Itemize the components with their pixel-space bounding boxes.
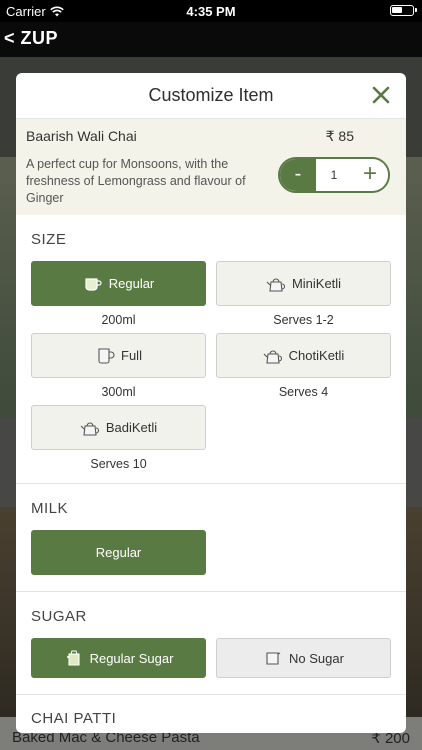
size-option-label: Full [121,348,142,363]
item-summary: Baarish Wali Chai ₹ 85 A perfect cup for… [16,119,406,215]
status-bar: Carrier 4:35 PM [0,0,422,22]
close-icon[interactable] [370,84,392,106]
back-button[interactable]: < ZUP [4,28,58,49]
section-divider [16,694,406,695]
sugar-option-label: No Sugar [289,650,344,666]
modal-header: Customize Item [16,73,406,119]
section-divider [16,483,406,484]
cup-icon [85,277,102,291]
sugar-option-regular[interactable]: Regular Sugar [31,638,206,678]
size-option-sub: Serves 10 [90,457,147,471]
size-option-sub: Serves 1-2 [273,313,334,327]
milk-option-regular[interactable]: Regular [31,530,206,575]
no-sugar-icon [266,652,281,665]
sugar-option-label: Regular Sugar [89,650,174,666]
milk-section-title: MILK [31,500,69,517]
item-price: ₹ 85 [325,128,354,144]
kettle-icon [263,350,282,364]
modal-title: Customize Item [148,85,274,105]
size-option-regular[interactable]: Regular [31,261,206,306]
increment-button[interactable]: + [352,159,388,191]
section-divider [16,591,406,592]
size-option-label: BadiKetli [105,420,158,435]
clock: 4:35 PM [186,4,236,19]
size-option-sub: 300ml [101,385,136,399]
size-section-title: SIZE [31,231,67,248]
sugar-option-none[interactable]: No Sugar [216,638,391,678]
size-option-chotiketli[interactable]: ChotiKetli [216,333,391,378]
size-option-badiketli[interactable]: BadiKetli [31,405,206,450]
mug-icon [98,347,115,364]
sugar-section-title: SUGAR [31,608,87,625]
kettle-icon [266,278,285,292]
chai-patti-section-title: CHAI PATTI [31,710,117,727]
size-option-miniketli[interactable]: MiniKetli [216,261,391,306]
sugar-icon [66,650,80,666]
milk-option-label: Regular [95,545,142,560]
item-name: Baarish Wali Chai [26,128,137,144]
quantity-value: 1 [330,168,338,182]
size-option-label: Regular [108,276,155,291]
kettle-icon [80,422,99,436]
quantity-stepper: - 1 + [278,157,390,193]
size-option-label: ChotiKetli [288,348,345,363]
decrement-button[interactable]: - [280,159,316,191]
nav-bar: < ZUP [0,22,422,57]
size-option-sub: Serves 4 [278,385,329,399]
size-option-label: MiniKetli [291,276,342,291]
customize-item-modal: Customize Item Baarish Wali Chai ₹ 85 A … [16,73,406,733]
item-description: A perfect cup for Monsoons, with the fre… [26,157,246,205]
battery-icon [390,5,417,16]
size-option-sub: 200ml [101,313,136,327]
size-option-full[interactable]: Full [31,333,206,378]
